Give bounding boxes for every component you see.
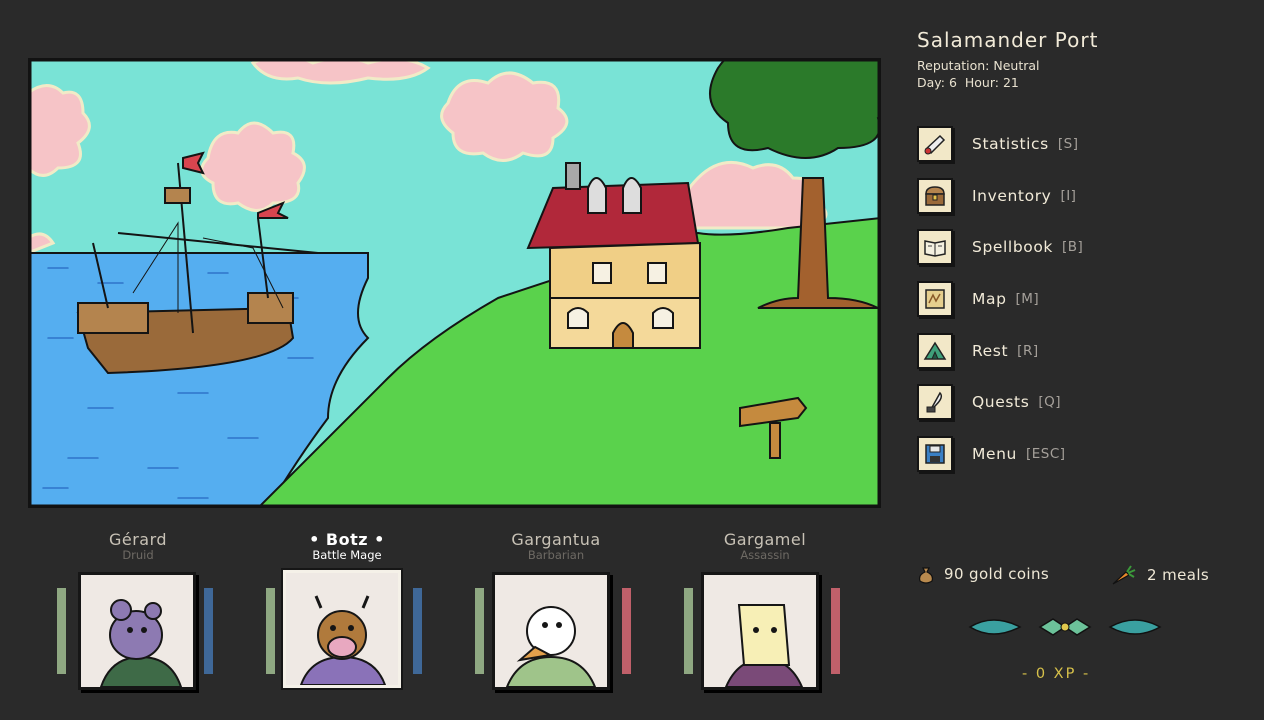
bird-barbarian-portrait[interactable] [492,572,610,690]
mana-bar [204,588,213,674]
party-member-botz[interactable]: • Botz • Battle Mage [267,530,427,562]
rage-bar [831,588,840,674]
hero-class: Barbarian [527,548,585,562]
menu-key-rest: [R] [1017,342,1039,359]
hero-class: Assassin [740,548,790,562]
menu-key-quests: [Q] [1038,394,1062,411]
rat-druid-portrait[interactable] [78,572,196,690]
hero-class: Battle Mage [312,548,382,562]
mana-bar [413,588,422,674]
day-hour-text: Day: 6 Hour: 21 [917,75,1019,90]
hero-name: Gérard [108,530,168,549]
reputation-text: Reputation: Neutral [917,58,1040,73]
meals-text: 2 meals [1147,566,1210,584]
quill-icon [917,384,953,421]
rage-bar [622,588,631,674]
health-bar [266,588,275,674]
leaf-ornament [968,613,1162,641]
menu-label-menu: Menu [972,445,1017,464]
menu-item-quests[interactable]: Quests [Q] [917,384,1083,421]
menu-label-map: Map [972,290,1007,309]
menu-item-statistics[interactable]: Statistics [S] [917,126,1083,162]
gold-counter: 90 gold coins [917,564,1049,584]
menu-item-menu[interactable]: Menu [ESC] [917,436,1083,473]
location-title: Salamander Port [917,28,1099,52]
hero-name: Gargamel [723,530,807,549]
hero-name: • Botz • [309,530,385,549]
scroll-icon [917,126,953,162]
menu-item-spellbook[interactable]: Spellbook [B] [917,229,1084,266]
menu-label-spellbook: Spellbook [972,238,1054,257]
menu-key-spellbook: [B] [1062,239,1084,256]
day-text: Day: 6 [917,75,957,90]
chest-icon [917,177,953,214]
gold-bag-icon [917,564,935,584]
cow-battle-mage-portrait[interactable] [283,570,401,688]
hero-class: Druid [122,548,154,562]
menu-label-inventory: Inventory [972,186,1052,205]
spellbook-icon [917,229,953,266]
party-member-gargamel[interactable]: Gargamel Assassin [685,530,845,562]
dog-assassin-portrait[interactable] [701,572,819,690]
menu-item-rest[interactable]: Rest [R] [917,332,1083,369]
menu-key-map: [M] [1015,291,1040,308]
health-bar [475,588,484,674]
menu-item-map[interactable]: Map [M] [917,281,1083,318]
xp-counter: - 0 XP - [1022,666,1091,682]
party-member-gargantua[interactable]: Gargantua Barbarian [476,530,636,562]
side-menu: Statistics [S] Inventory [I] Spellbook [… [917,126,1083,488]
carrot-icon [1111,564,1137,586]
menu-item-inventory[interactable]: Inventory [I] [917,177,1083,214]
hour-text: Hour: 21 [964,75,1019,90]
party-member-gerard[interactable]: Gérard Druid [58,530,218,562]
menu-label-statistics: Statistics [972,135,1049,153]
gold-text: 90 gold coins [944,565,1050,583]
menu-key-statistics: [S] [1057,136,1079,152]
meals-counter: 2 meals [1111,564,1209,586]
menu-key-inventory: [I] [1060,187,1077,204]
menu-label-rest: Rest [972,341,1009,360]
house [526,162,701,349]
location-scene [28,58,881,508]
health-bar [684,588,693,674]
hero-name: Gargantua [511,530,601,549]
health-bar [57,588,66,674]
menu-label-quests: Quests [972,393,1030,412]
floppy-disk-icon [917,436,953,473]
menu-key-menu: [ESC] [1025,446,1066,463]
tent-icon [917,332,953,369]
map-icon [917,281,953,318]
